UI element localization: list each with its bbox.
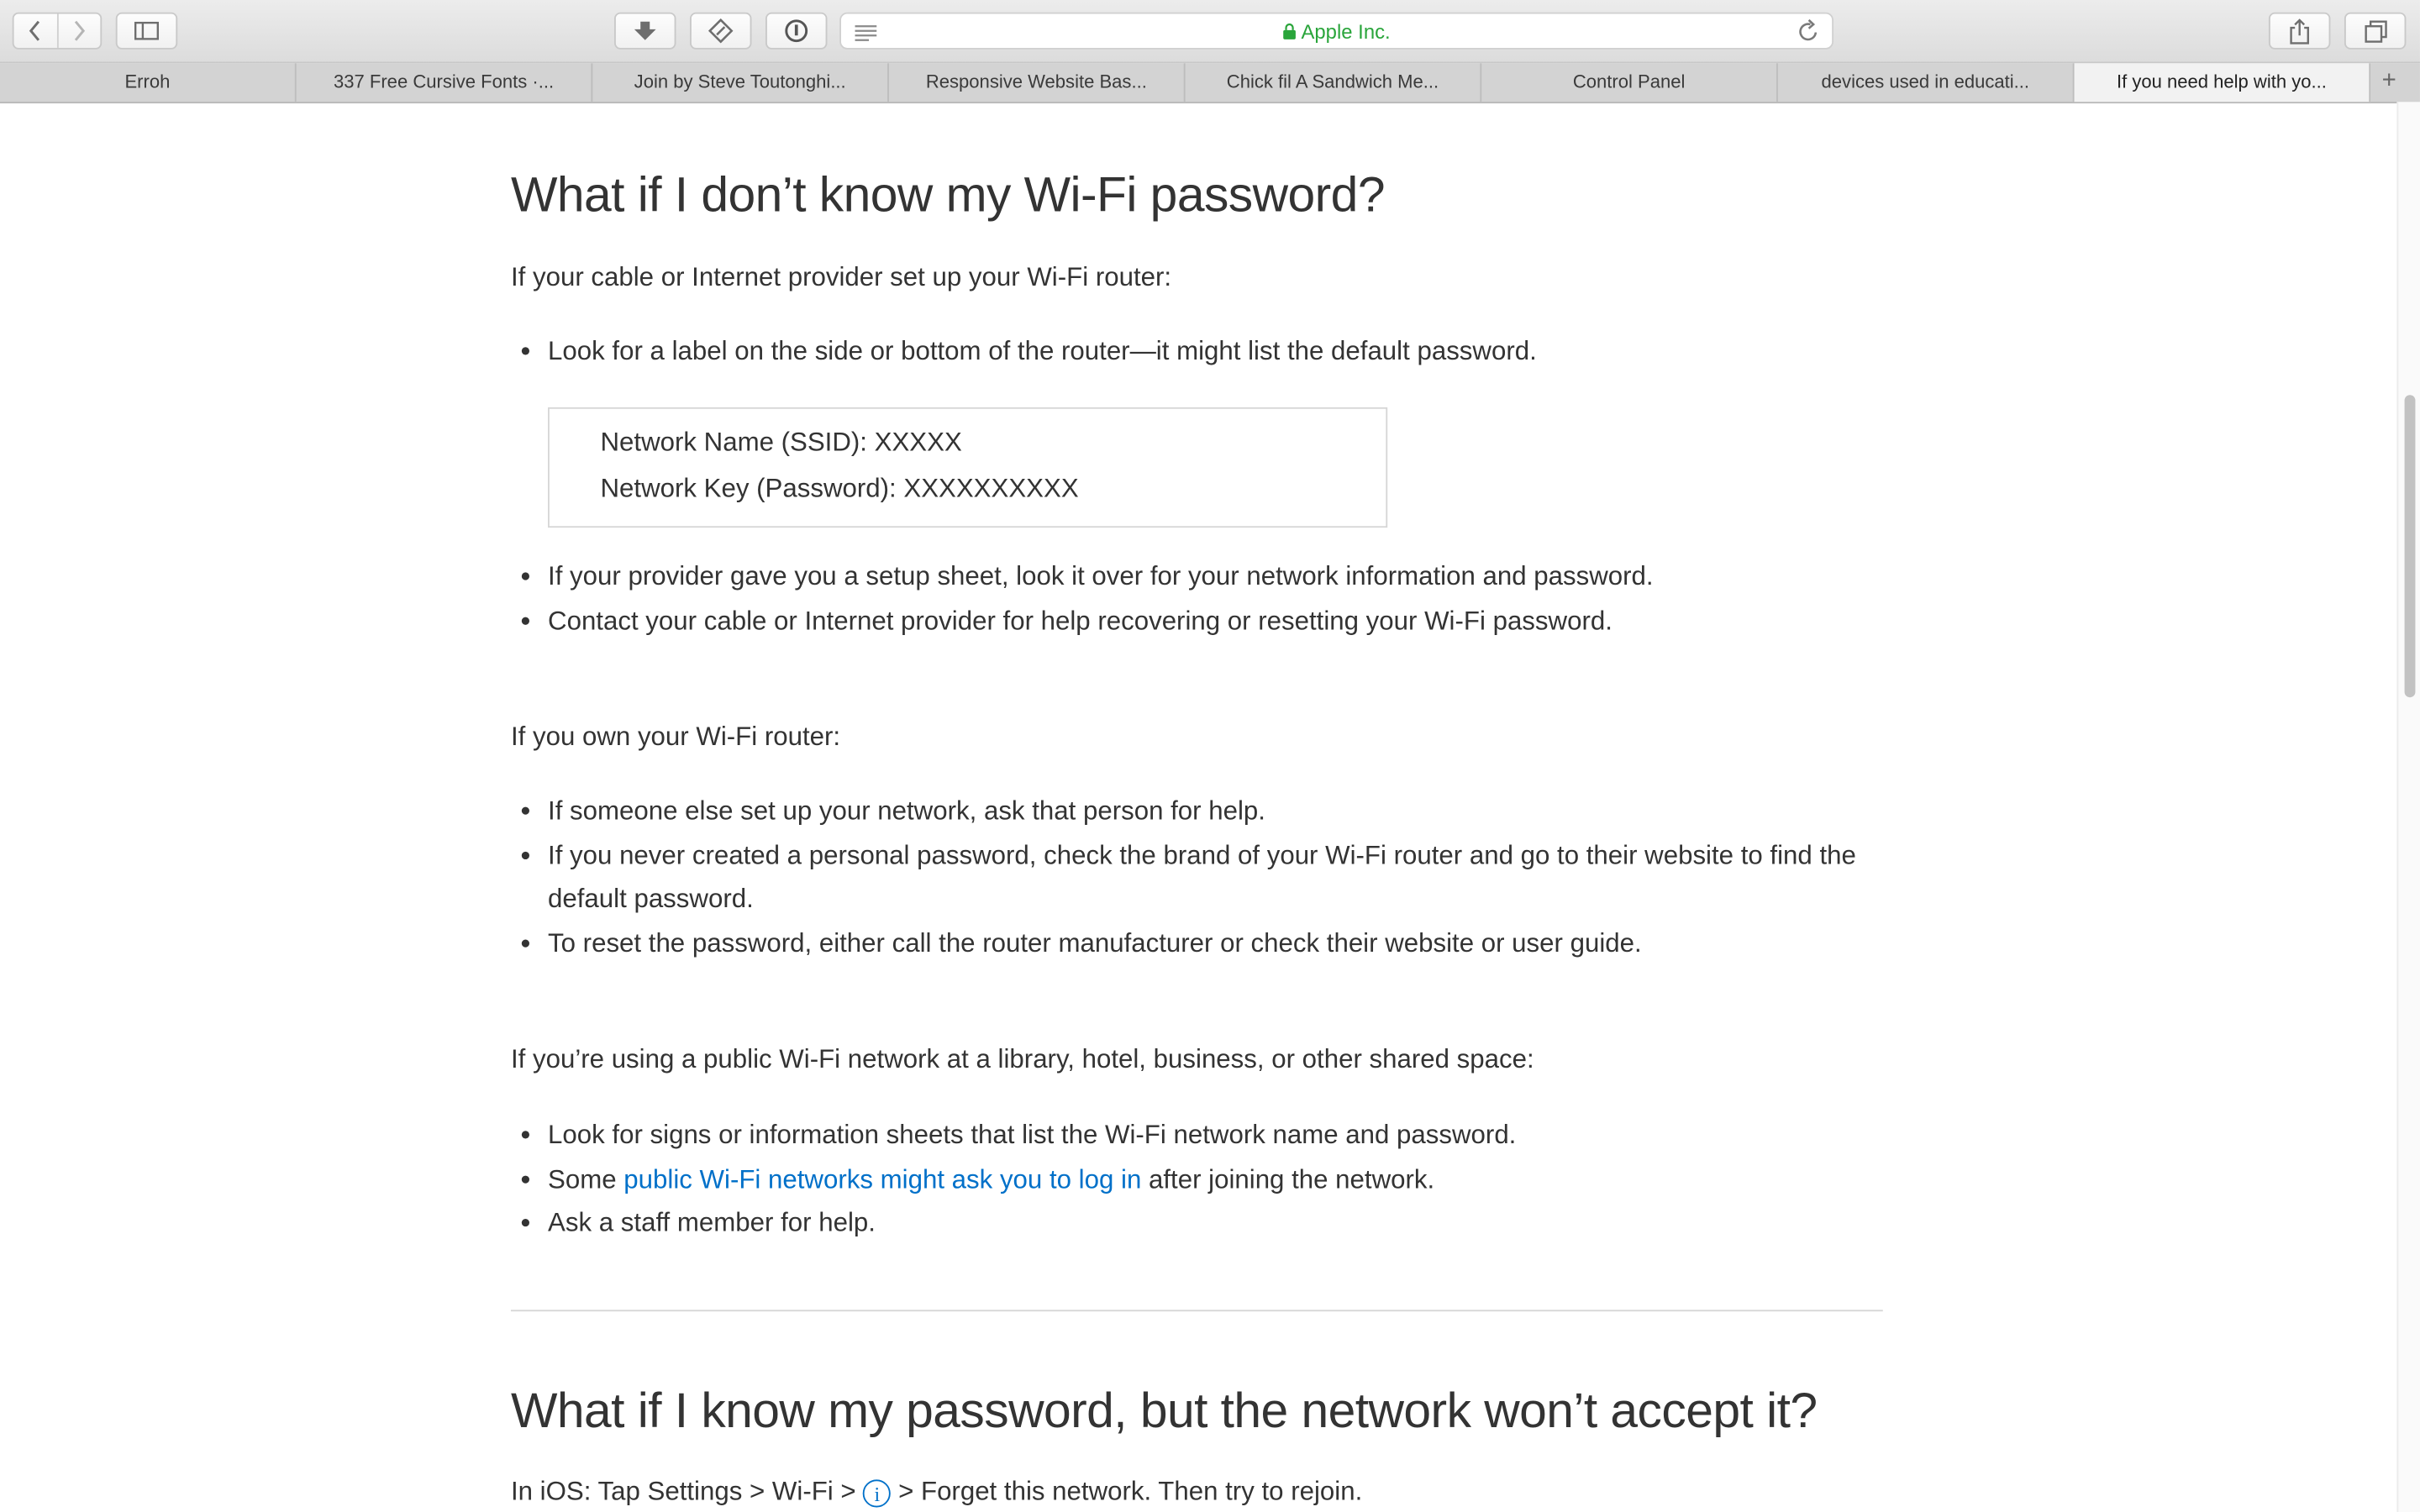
public-wifi-list: Look for signs or information sheets tha… [511, 1114, 1920, 1246]
back-button[interactable] [14, 14, 57, 48]
list-item: Ask a staff member for help. [548, 1202, 1920, 1246]
list-item: If your provider gave you a setup sheet,… [548, 555, 1920, 599]
new-tab-button[interactable]: + [2370, 63, 2407, 102]
browser-toolbar: Apple Inc. [0, 0, 2420, 64]
sidebar-icon [134, 21, 159, 40]
share-icon [2290, 18, 2309, 44]
tab-bar: Erroh 337 Free Cursive Fonts ·... Join b… [0, 63, 2420, 104]
ssid-line: Network Name (SSID): XXXXX [600, 427, 962, 457]
list-item: Some public Wi-Fi networks might ask you… [548, 1158, 1920, 1201]
network-key-line: Network Key (Password): XXXXXXXXXX [600, 473, 1079, 503]
ios-instructions-prefix: In iOS: Tap Settings > Wi-Fi > [510, 1476, 864, 1506]
section-divider [510, 1310, 1883, 1312]
list-item: Contact your cable or Internet provider … [548, 600, 1920, 643]
address-bar[interactable]: Apple Inc. [839, 12, 1833, 51]
public-wifi-login-link[interactable]: public Wi-Fi networks might ask you to l… [623, 1164, 1141, 1194]
cable-provider-intro: If your cable or Internet provider set u… [510, 262, 1172, 292]
tab-control-panel[interactable]: Control Panel [1481, 63, 1778, 102]
chevron-right-icon [75, 20, 86, 41]
forward-button[interactable] [56, 13, 100, 48]
ios-instructions: In iOS: Tap Settings > Wi-Fi > i > Forge… [511, 1477, 1362, 1508]
nav-buttons [12, 12, 103, 50]
list-item-suffix: after joining the network. [1141, 1163, 1435, 1194]
router-label-example: Network Name (SSID): XXXXX Network Key (… [548, 407, 1388, 528]
share-button[interactable] [2268, 12, 2331, 50]
tab-join-steve[interactable]: Join by Steve Toutonghi... [592, 63, 889, 102]
tab-active-help[interactable]: If you need help with yo... [2074, 63, 2371, 102]
tab-overview-button[interactable] [2344, 12, 2407, 50]
ios-instructions-suffix: > Forget this network. Then try to rejoi… [891, 1476, 1363, 1506]
url-site-name: Apple Inc. [1301, 19, 1391, 44]
heading-password-not-accepted: What if I know my password, but the netw… [510, 1382, 1818, 1438]
list-item-prefix: Some [548, 1163, 624, 1194]
heading-dont-know-password: What if I don’t know my Wi-Fi password? [510, 166, 1386, 223]
extension-button[interactable] [690, 12, 752, 50]
public-wifi-intro: If you’re using a public Wi-Fi network a… [510, 1044, 1534, 1074]
list-item: Look for signs or information sheets tha… [548, 1114, 1920, 1158]
tab-cursive-fonts[interactable]: 337 Free Cursive Fonts ·... [297, 63, 593, 102]
url-display: Apple Inc. [841, 19, 1832, 44]
info-icon: i [863, 1478, 892, 1507]
tab-responsive-website[interactable]: Responsive Website Bas... [889, 63, 1186, 102]
list-item: If you never created a personal password… [548, 834, 1920, 922]
password-manager-button[interactable] [765, 12, 828, 50]
list-item: Look for a label on the side or bottom o… [548, 330, 1920, 374]
cable-list-1: Look for a label on the side or bottom o… [511, 330, 1920, 374]
download-arrow-icon [634, 20, 656, 39]
scrollbar-thumb[interactable] [2404, 395, 2416, 698]
sidebar-button[interactable] [115, 12, 178, 50]
list-item: If someone else set up your network, ask… [548, 790, 1920, 833]
downloads-button[interactable] [614, 12, 676, 50]
tab-devices-education[interactable]: devices used in educati... [1778, 63, 2075, 102]
chevron-left-icon [29, 20, 39, 41]
cable-list-2: If your provider gave you a setup sheet,… [511, 555, 1920, 643]
tab-erroh[interactable]: Erroh [0, 63, 297, 102]
vertical-scrollbar[interactable] [2396, 102, 2420, 1512]
own-router-intro: If you own your Wi-Fi router: [510, 722, 841, 752]
lock-icon [1283, 23, 1297, 39]
own-router-list: If someone else set up your network, ask… [511, 790, 1920, 965]
password-manager-icon [785, 19, 808, 43]
list-item: To reset the password, either call the r… [548, 921, 1920, 965]
tab-overview-icon [2364, 19, 2386, 42]
reload-icon[interactable] [1798, 18, 1820, 51]
diamond-extension-icon [708, 18, 734, 44]
tab-chick-fil-a[interactable]: Chick fil A Sandwich Me... [1186, 63, 1482, 102]
